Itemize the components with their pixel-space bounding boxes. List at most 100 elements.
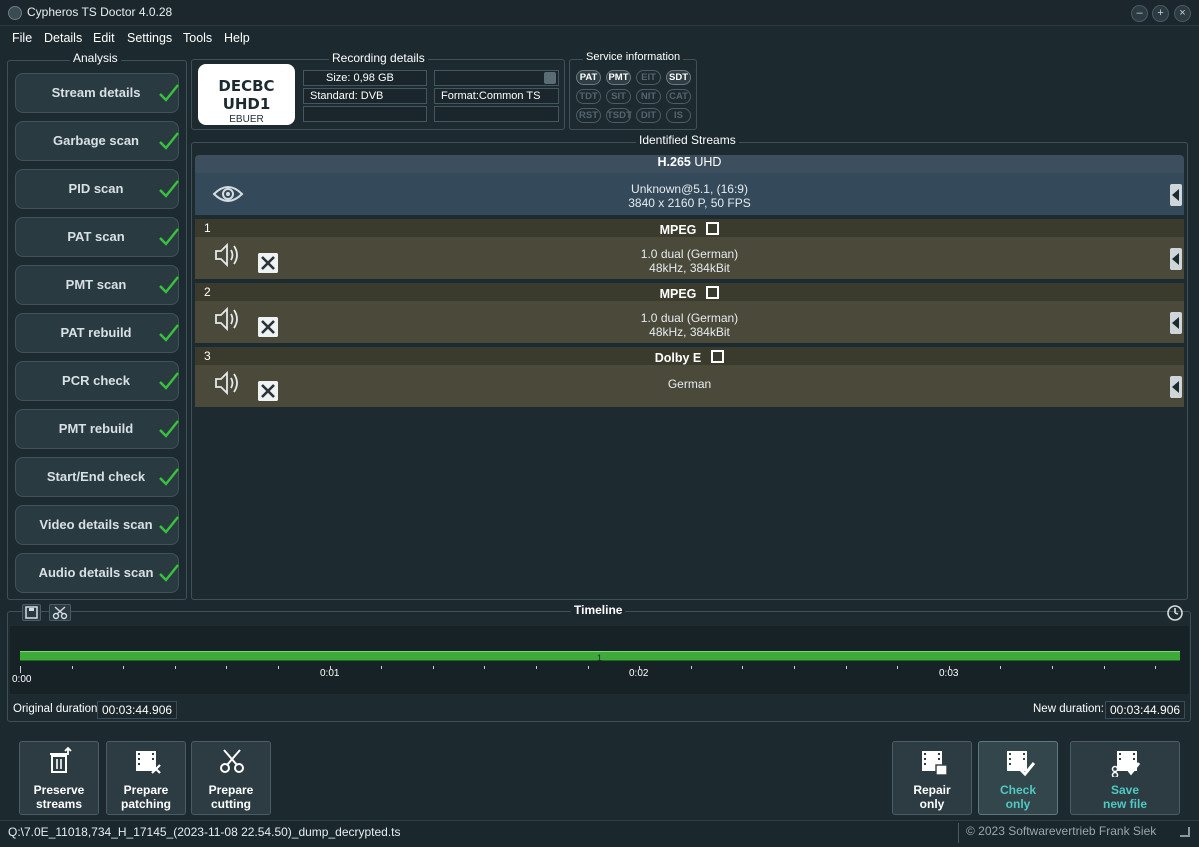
menu-details[interactable]: Details — [44, 31, 82, 45]
new-duration-value: 00:03:44.906 — [1105, 701, 1186, 719]
check-only-button[interactable]: Check only — [978, 741, 1058, 815]
prepare-cutting-button[interactable]: Prepare cutting — [191, 741, 271, 815]
audio-stream-header: 3 Dolby E — [195, 347, 1184, 365]
service-tag-cat[interactable]: CAT — [666, 89, 691, 104]
checkbox-icon[interactable] — [711, 350, 725, 363]
checkbox-icon[interactable] — [706, 222, 720, 235]
service-tag-sit[interactable]: SIT — [606, 89, 631, 104]
film-check-icon — [1007, 751, 1035, 777]
service-tag-is[interactable]: IS — [666, 108, 691, 123]
timeline-tick — [1052, 666, 1053, 669]
minimize-button[interactable]: – — [1131, 5, 1148, 22]
audio-line-1: 1.0 dual (German) — [640, 247, 739, 261]
audio-codec: MPEG — [659, 223, 697, 237]
preserve-streams-button[interactable]: Preserve streams — [19, 741, 99, 815]
audio-stream-number: 1 — [204, 221, 211, 235]
repair-only-button[interactable]: Repair only — [892, 741, 972, 815]
save-new-file-button[interactable]: Save new file — [1070, 741, 1180, 815]
analysis-button-pid-scan[interactable]: PID scan — [15, 169, 179, 209]
analysis-button-pcr-check[interactable]: PCR check — [15, 361, 179, 401]
timeline-tick — [484, 666, 486, 669]
analysis-button-label: PAT scan — [67, 229, 125, 244]
original-duration-label: Original duration: — [13, 703, 101, 715]
original-duration-value: 00:03:44.906 — [97, 701, 178, 719]
service-tag-eit[interactable]: EIT — [636, 70, 661, 85]
audio-line-2: 48kHz, 384kBit — [649, 261, 730, 275]
service-tag-tsdt[interactable]: TSDT — [606, 108, 632, 123]
menu-edit[interactable]: Edit — [93, 31, 115, 45]
timeline-tick — [123, 666, 125, 669]
resize-grip-icon[interactable] — [1180, 827, 1190, 837]
audio-stream-row[interactable]: German — [195, 365, 1184, 407]
video-quality: UHD — [694, 155, 722, 169]
tick-label-3: 0:03 — [939, 668, 959, 679]
check-icon — [159, 372, 179, 390]
analysis-button-label: Audio details scan — [38, 565, 154, 580]
timeline-tick — [226, 666, 228, 669]
film-save-icon — [1111, 751, 1141, 777]
format-field: Format:Common TS — [434, 88, 559, 104]
service-tag-sdt[interactable]: SDT — [666, 70, 691, 85]
audio-expand-arrow[interactable] — [1170, 312, 1182, 334]
analysis-button-garbage-scan[interactable]: Garbage scan — [15, 121, 179, 161]
analysis-button-label: PMT rebuild — [58, 421, 134, 436]
prepare-patching-button[interactable]: Prepare patching — [106, 741, 186, 815]
empty-field-1 — [434, 70, 559, 86]
service-tag-tdt[interactable]: TDT — [576, 89, 601, 104]
video-stream-row[interactable]: Unknown@5.1, (16:9) 3840 x 2160 P, 50 FP… — [195, 173, 1184, 215]
check-icon — [159, 276, 179, 294]
service-tag-dit[interactable]: DIT — [636, 108, 661, 123]
check-icon — [159, 324, 179, 342]
tick-label-2: 0:02 — [629, 668, 649, 679]
analysis-button-label: Stream details — [51, 85, 141, 100]
timeline-title: Timeline — [571, 603, 626, 617]
timeline-cut-button[interactable] — [49, 604, 71, 621]
timeline-save-button[interactable] — [22, 604, 41, 621]
analysis-button-label: PCR check — [62, 373, 130, 388]
audio-expand-arrow[interactable] — [1170, 376, 1182, 398]
service-tag-nit[interactable]: NIT — [636, 89, 661, 104]
service-title: Service information — [583, 51, 684, 63]
checkbox-icon[interactable] — [706, 286, 720, 299]
analysis-button-pmt-scan[interactable]: PMT scan — [15, 265, 179, 305]
close-button[interactable]: × — [1174, 5, 1191, 22]
analysis-button-pat-scan[interactable]: PAT scan — [15, 217, 179, 257]
audio-stream-row[interactable]: 1.0 dual (German) 48kHz, 384kBit — [195, 301, 1184, 343]
menu-help[interactable]: Help — [224, 31, 250, 45]
menu-file[interactable]: File — [12, 31, 32, 45]
trash-up-icon — [50, 747, 72, 773]
analysis-button-label: PID scan — [68, 181, 124, 196]
timeline-position-marker[interactable]: 1 — [597, 653, 602, 663]
clock-icon[interactable] — [1166, 604, 1184, 622]
logo-line-2: UHD1 — [222, 95, 271, 113]
analysis-button-label: Video details scan — [39, 517, 153, 532]
timeline-tick — [432, 666, 434, 669]
edit-icon[interactable] — [544, 72, 556, 84]
audio-expand-arrow[interactable] — [1170, 248, 1182, 270]
audio-line-1: German — [667, 377, 712, 391]
service-tag-pmt[interactable]: PMT — [606, 70, 631, 85]
status-divider — [958, 823, 959, 843]
timeline-tick — [690, 666, 692, 669]
analysis-button-video-details-scan[interactable]: Video details scan — [15, 505, 179, 545]
analysis-button-stream-details[interactable]: Stream details — [15, 73, 179, 113]
service-tag-pat[interactable]: PAT — [576, 70, 601, 85]
analysis-button-pat-rebuild[interactable]: PAT rebuild — [15, 313, 179, 353]
timeline-tick — [742, 666, 744, 669]
timeline-track-area[interactable]: 1 0:00 0:01 0:02 0:03 — [10, 626, 1189, 694]
audio-stream-row[interactable]: 1.0 dual (German) 48kHz, 384kBit — [195, 237, 1184, 279]
window-title: Cypheros TS Doctor 4.0.28 — [27, 5, 173, 19]
check-icon — [159, 180, 179, 198]
menu-settings[interactable]: Settings — [127, 31, 172, 45]
timeline-tick — [794, 666, 795, 669]
analysis-button-pmt-rebuild[interactable]: PMT rebuild — [15, 409, 179, 449]
service-tag-rst[interactable]: RST — [576, 108, 601, 123]
maximize-button[interactable]: + — [1152, 5, 1169, 22]
video-expand-arrow[interactable] — [1170, 184, 1182, 206]
analysis-button-start-end-check[interactable]: Start/End check — [15, 457, 179, 497]
audio-stream-number: 2 — [204, 285, 211, 299]
repair-label-2: only — [919, 797, 945, 811]
analysis-button-audio-details-scan[interactable]: Audio details scan — [15, 553, 179, 593]
analysis-button-label: PAT rebuild — [60, 325, 132, 340]
menu-tools[interactable]: Tools — [183, 31, 212, 45]
